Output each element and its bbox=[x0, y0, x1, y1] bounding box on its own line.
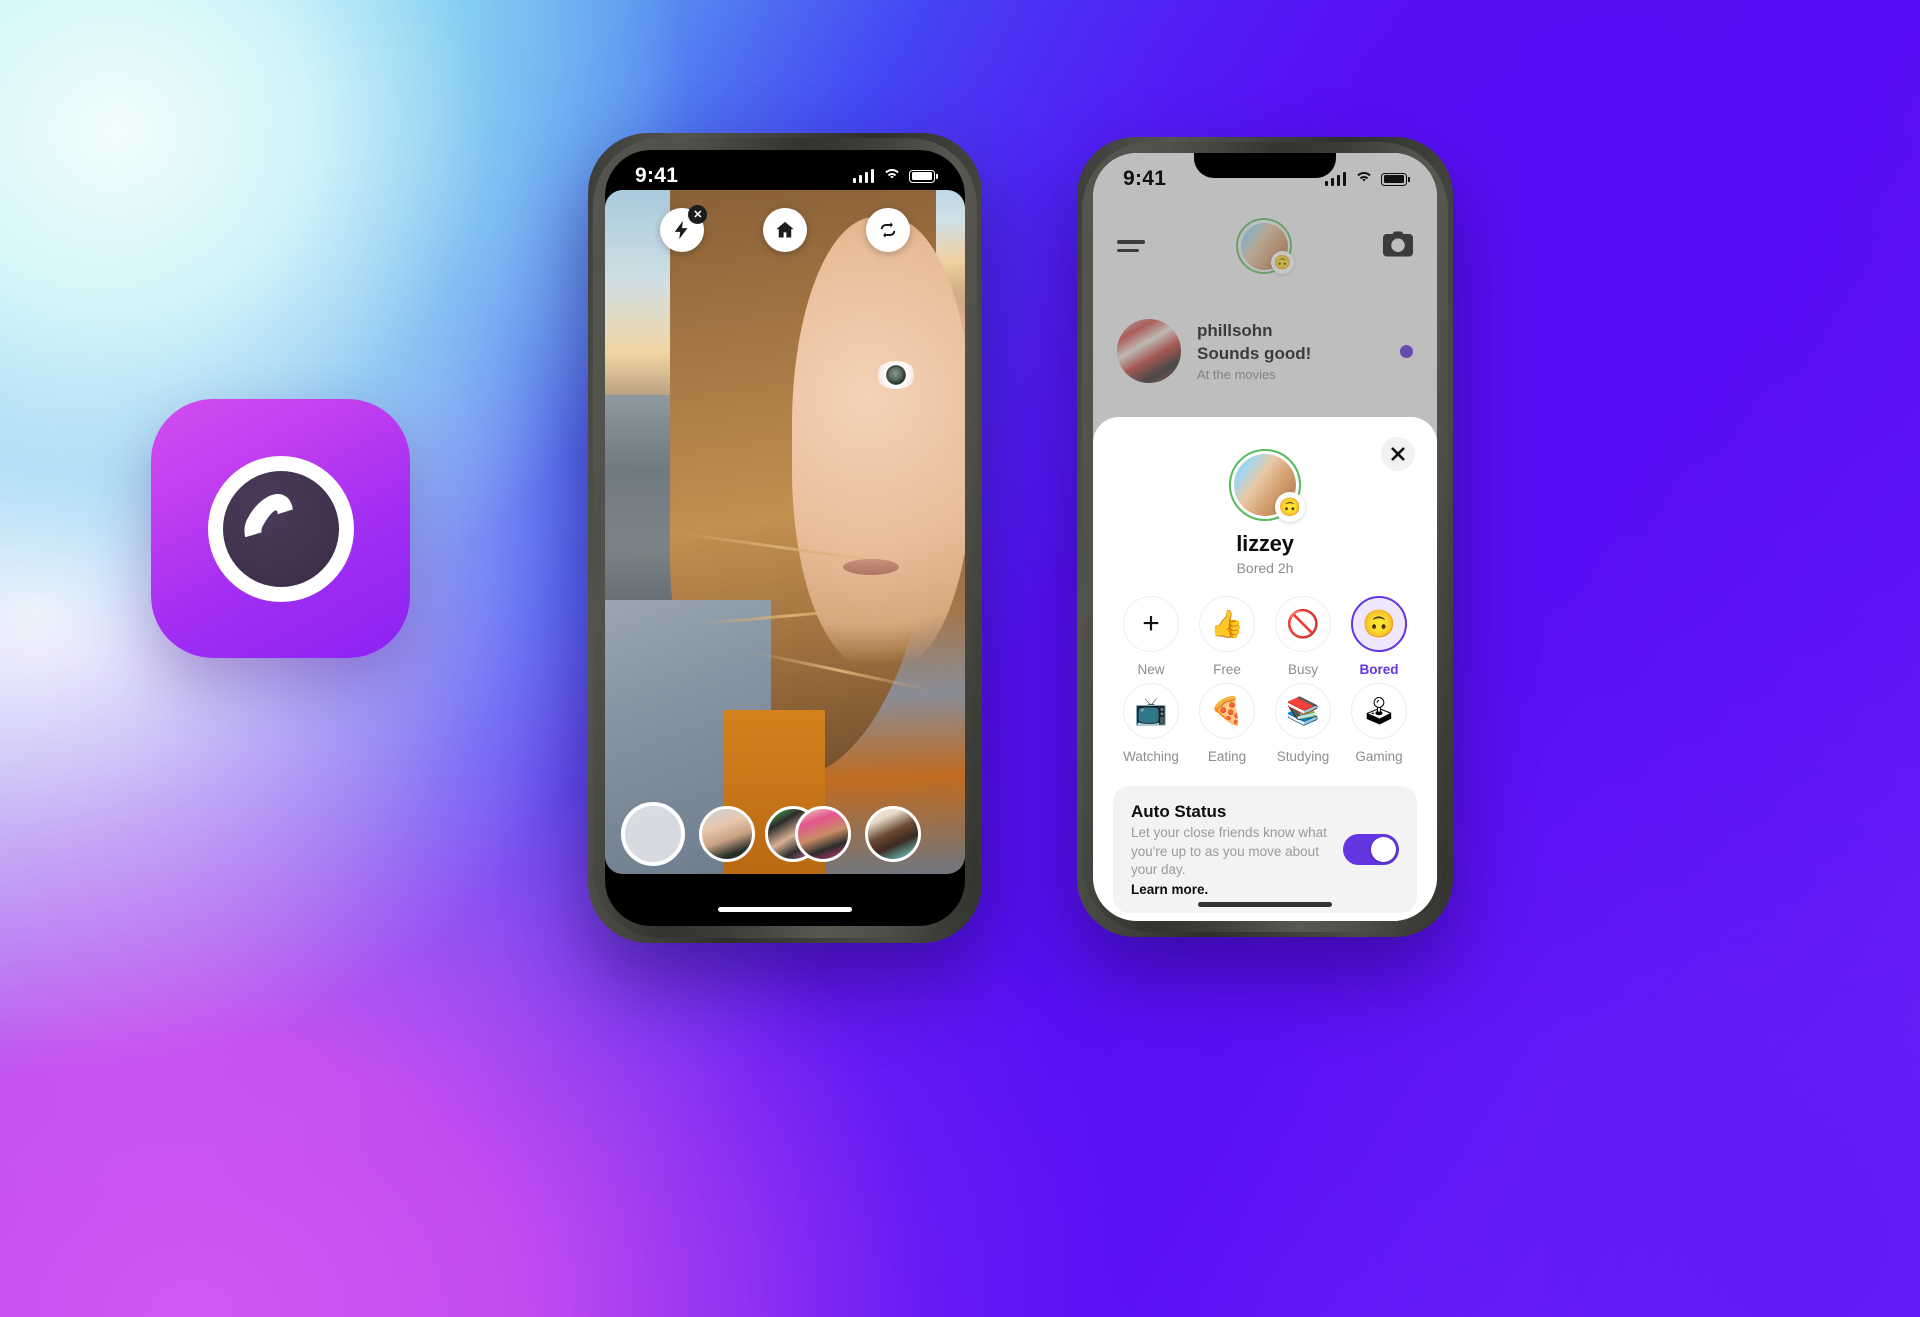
status-option-label: Free bbox=[1213, 662, 1241, 677]
home-button[interactable] bbox=[762, 208, 807, 252]
status-option-label: Gaming bbox=[1355, 749, 1403, 764]
flash-off-badge-icon: ✕ bbox=[688, 205, 708, 224]
wifi-icon bbox=[882, 169, 901, 183]
learn-more-link[interactable]: Learn more. bbox=[1131, 882, 1331, 897]
status-option-watching[interactable]: 📺 Watching bbox=[1113, 683, 1189, 764]
profile-username: lizzey bbox=[1236, 531, 1294, 556]
friends-tray bbox=[699, 806, 921, 862]
auto-status-title: Auto Status bbox=[1131, 802, 1227, 821]
app-icon-lens-ring bbox=[207, 455, 354, 602]
thumbs-up-icon: 👍 bbox=[1199, 596, 1255, 652]
battery-full-icon bbox=[1381, 172, 1410, 186]
status-option-bored[interactable]: 🙃 Bored bbox=[1341, 596, 1417, 677]
app-icon[interactable] bbox=[151, 399, 410, 658]
plus-icon: + bbox=[1123, 596, 1179, 652]
app-icon-swoosh bbox=[235, 484, 304, 561]
auto-status-toggle[interactable] bbox=[1343, 833, 1399, 865]
status-option-label: Watching bbox=[1123, 749, 1179, 764]
sheet-profile: 🙃 lizzey Bored 2h bbox=[1113, 449, 1417, 576]
app-icon-lens bbox=[222, 470, 339, 587]
status-option-label: Bored bbox=[1359, 662, 1399, 677]
status-bar-time: 9:41 bbox=[635, 164, 679, 187]
flash-off-button[interactable]: ✕ bbox=[660, 205, 708, 252]
auto-status-description: Let your close friends know what you're … bbox=[1131, 825, 1327, 878]
photo-face bbox=[792, 217, 965, 669]
status-option-eating[interactable]: 🍕 Eating bbox=[1189, 683, 1265, 764]
right-phone-device: 9:41 🙃 phillsohn Sounds good! At the mov… bbox=[1077, 137, 1453, 937]
status-option-label: Busy bbox=[1287, 662, 1318, 677]
home-indicator bbox=[718, 907, 852, 912]
friend-avatar-3[interactable] bbox=[795, 806, 851, 862]
status-option-new[interactable]: + New bbox=[1113, 596, 1189, 677]
status-option-label: New bbox=[1137, 662, 1165, 677]
photo-eye bbox=[875, 361, 917, 389]
pizza-icon: 🍕 bbox=[1199, 683, 1255, 739]
center-phone-screen: 9:41 ✕ bbox=[605, 150, 965, 926]
status-option-studying[interactable]: 📚 Studying bbox=[1265, 683, 1341, 764]
status-bar: 9:41 bbox=[605, 150, 965, 202]
friend-avatar-4[interactable] bbox=[865, 806, 921, 862]
wifi-icon bbox=[1354, 172, 1373, 186]
home-indicator bbox=[1198, 902, 1332, 907]
television-icon: 📺 bbox=[1123, 683, 1179, 739]
status-emoji-badge: 🙃 bbox=[1275, 492, 1305, 522]
right-phone-screen: 9:41 🙃 phillsohn Sounds good! At the mov… bbox=[1093, 153, 1437, 921]
shutter-button[interactable] bbox=[621, 802, 685, 866]
auto-status-card: Auto Status Let your close friends know … bbox=[1113, 786, 1417, 913]
joystick-icon: 🕹 bbox=[1351, 683, 1407, 739]
status-bar-time: 9:41 bbox=[1123, 167, 1167, 190]
close-icon[interactable] bbox=[1381, 437, 1415, 471]
upside-down-face-icon: 🙃 bbox=[1351, 596, 1407, 652]
status-picker-sheet: 🙃 lizzey Bored 2h + New 👍 Free 🚫 Busy 🙃 … bbox=[1093, 417, 1437, 921]
status-option-label: Studying bbox=[1276, 749, 1330, 764]
flip-camera-button[interactable] bbox=[865, 208, 910, 252]
status-bar: 9:41 bbox=[1093, 153, 1437, 205]
prohibited-icon: 🚫 bbox=[1275, 596, 1331, 652]
signal-bars-icon bbox=[1324, 172, 1346, 186]
status-option-free[interactable]: 👍 Free bbox=[1189, 596, 1265, 677]
status-option-busy[interactable]: 🚫 Busy bbox=[1265, 596, 1341, 677]
battery-full-icon bbox=[909, 169, 938, 183]
status-options-grid: + New 👍 Free 🚫 Busy 🙃 Bored 📺 Watching 🍕… bbox=[1113, 596, 1417, 764]
signal-bars-icon bbox=[852, 169, 874, 183]
camera-bottom-bar bbox=[605, 802, 965, 866]
camera-top-controls: ✕ bbox=[605, 205, 965, 252]
friend-avatar-1[interactable] bbox=[699, 806, 755, 862]
profile-avatar[interactable]: 🙃 bbox=[1229, 449, 1305, 522]
camera-viewfinder[interactable] bbox=[605, 190, 965, 874]
books-icon: 📚 bbox=[1275, 683, 1331, 739]
center-phone-device: 9:41 ✕ bbox=[588, 133, 982, 943]
status-option-label: Eating bbox=[1207, 749, 1247, 764]
status-option-gaming[interactable]: 🕹 Gaming bbox=[1341, 683, 1417, 764]
profile-status: Bored 2h bbox=[1236, 560, 1294, 576]
